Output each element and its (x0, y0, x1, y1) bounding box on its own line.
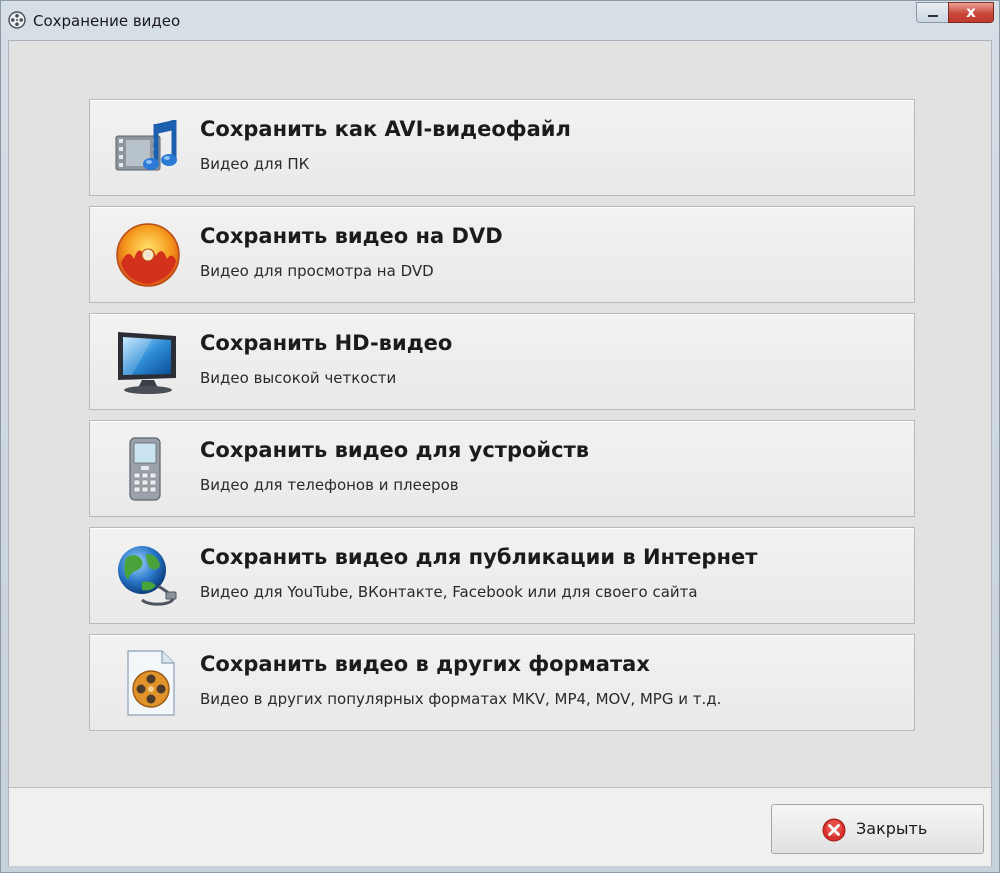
option-save-devices[interactable]: Сохранить видео для устройств Видео для … (89, 420, 915, 517)
film-reel-app-icon (8, 11, 26, 29)
window-title: Сохранение видео (33, 12, 181, 30)
option-subtitle: Видео для ПК (200, 155, 310, 173)
window-controls: x (916, 2, 994, 23)
option-save-avi[interactable]: Сохранить как AVI-видеофайл Видео для ПК (89, 99, 915, 196)
minimize-button[interactable] (916, 2, 948, 23)
option-subtitle: Видео для телефонов и плееров (200, 476, 459, 494)
option-subtitle: Видео для просмотра на DVD (200, 262, 434, 280)
option-title: Сохранить видео в других форматах (200, 652, 650, 676)
option-subtitle: Видео высокой четкости (200, 369, 397, 387)
option-save-internet[interactable]: Сохранить видео для публикации в Интерне… (89, 527, 915, 624)
option-subtitle: Видео в других популярных форматах MKV, … (200, 690, 722, 708)
close-button-label: Закрыть (856, 819, 928, 838)
option-title: Сохранить HD-видео (200, 331, 453, 355)
close-circle-icon (822, 818, 846, 842)
option-title: Сохранить как AVI-видеофайл (200, 117, 571, 141)
hd-tv-icon (118, 332, 176, 394)
title-bar[interactable]: Сохранение видео x (1, 1, 999, 40)
window-close-button[interactable]: x (948, 2, 994, 23)
dvd-disc-icon (116, 223, 180, 287)
dialog-footer: Закрыть (9, 787, 991, 866)
mobile-phone-icon (129, 437, 161, 501)
option-save-hd[interactable]: Сохранить HD-видео Видео высокой четкост… (89, 313, 915, 410)
film-reel-file-icon (127, 650, 175, 716)
option-save-other-formats[interactable]: Сохранить видео в других форматах Видео … (89, 634, 915, 731)
option-subtitle: Видео для YouTube, ВКонтакте, Facebook и… (200, 583, 698, 601)
dialog-content: Сохранить как AVI-видеофайл Видео для ПК (8, 40, 992, 866)
globe-cable-icon (118, 546, 177, 606)
save-options-list: Сохранить как AVI-видеофайл Видео для ПК (89, 99, 915, 741)
close-dialog-button[interactable]: Закрыть (771, 804, 984, 854)
option-save-dvd[interactable]: Сохранить видео на DVD Видео для просмот… (89, 206, 915, 303)
option-title: Сохранить видео для публикации в Интерне… (200, 545, 758, 569)
film-music-icon (115, 120, 177, 171)
option-title: Сохранить видео на DVD (200, 224, 503, 248)
option-title: Сохранить видео для устройств (200, 438, 590, 462)
save-video-window: Сохранение видео x Сохранить как AVI-вид… (0, 0, 1000, 873)
